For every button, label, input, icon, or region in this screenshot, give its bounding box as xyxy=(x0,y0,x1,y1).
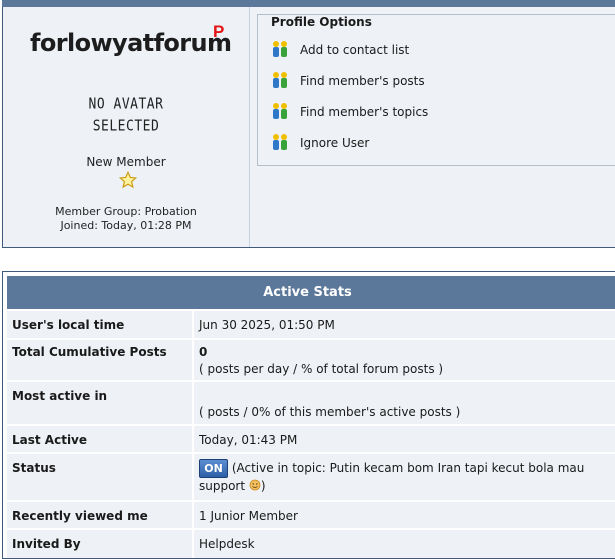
profile-left-panel: forlowyatforum P NO AVATAR SELECTED New … xyxy=(3,7,250,247)
member-group: Member Group: Probation xyxy=(55,205,197,218)
most-active-sub: ( posts / 0% of this member's active pos… xyxy=(199,405,461,419)
members-icon xyxy=(273,72,287,88)
ignore-user-link[interactable]: Ignore User xyxy=(270,132,369,154)
option-label: Find member's topics xyxy=(300,105,429,119)
no-avatar-text: NO AVATAR xyxy=(88,95,164,114)
no-avatar-text-2: SELECTED xyxy=(92,117,160,136)
table-row: User's local time Jun 30 2025, 01:50 PM xyxy=(7,311,615,338)
forum-logo: forlowyatforum xyxy=(30,29,232,57)
table-row: Invited By Helpdesk xyxy=(7,530,615,558)
row-label: User's local time xyxy=(12,318,125,332)
active-stats-title: Active Stats xyxy=(7,276,615,309)
last-active-value: Today, 01:43 PM xyxy=(199,433,298,447)
active-stats-table: Active Stats User's local time Jun 30 20… xyxy=(2,271,615,559)
option-label: Ignore User xyxy=(300,136,370,150)
row-value-cell: Today, 01:43 PM xyxy=(192,426,615,452)
row-value-cell: Jun 30 2025, 01:50 PM xyxy=(192,311,615,338)
status-value: ON (Active in topic: Putin kecam bom Ira… xyxy=(199,459,611,495)
table-row: Total Cumulative Posts 0 ( posts per day… xyxy=(7,340,615,380)
smiley-icon xyxy=(249,479,261,491)
members-icon xyxy=(273,103,287,119)
row-label: Invited By xyxy=(12,537,81,551)
row-value-cell: 0 ( posts per day / % of total forum pos… xyxy=(192,340,615,380)
status-closing-paren: ) xyxy=(260,479,266,493)
member-title: New Member xyxy=(86,155,166,169)
row-label: Status xyxy=(12,461,56,475)
option-label: Find member's posts xyxy=(300,74,425,88)
row-value-cell: ( posts / 0% of this member's active pos… xyxy=(192,382,615,424)
row-label: Last Active xyxy=(12,433,88,447)
row-label: Total Cumulative Posts xyxy=(12,345,167,359)
online-status-badge: ON xyxy=(199,459,228,478)
recently-viewed-value[interactable]: 1 Junior Member xyxy=(199,509,298,523)
table-row: Status ON (Active in topic: Putin kecam … xyxy=(7,454,615,500)
profile-topbar xyxy=(2,0,615,7)
find-member-posts-link[interactable]: Find member's posts xyxy=(270,70,425,92)
members-icon xyxy=(273,41,287,57)
profile-options-legend: Profile Options xyxy=(268,15,375,29)
logo-badge: P xyxy=(213,22,225,41)
add-to-contact-list-link[interactable]: Add to contact list xyxy=(270,39,409,61)
members-icon xyxy=(273,134,287,150)
table-row: Recently viewed me 1 Junior Member xyxy=(7,502,615,528)
row-value-cell: 1 Junior Member xyxy=(192,502,615,528)
option-label: Add to contact list xyxy=(300,43,410,57)
joined-date: Joined: Today, 01:28 PM xyxy=(60,219,192,232)
row-label: Recently viewed me xyxy=(12,509,148,523)
row-value-cell: Helpdesk xyxy=(192,530,615,558)
invited-by-value[interactable]: Helpdesk xyxy=(199,537,255,551)
table-row: Most active in ( posts / 0% of this memb… xyxy=(7,382,615,424)
profile-box: forlowyatforum P NO AVATAR SELECTED New … xyxy=(2,0,615,248)
local-time-value: Jun 30 2025, 01:50 PM xyxy=(199,318,335,332)
row-value-cell: ON (Active in topic: Putin kecam bom Ira… xyxy=(192,454,615,500)
star-icon xyxy=(119,171,137,189)
row-label: Most active in xyxy=(12,389,108,403)
table-row: Last Active Today, 01:43 PM xyxy=(7,426,615,452)
total-posts-sub: ( posts per day / % of total forum posts… xyxy=(199,362,444,376)
find-member-topics-link[interactable]: Find member's topics xyxy=(270,101,428,123)
profile-options: Profile Options Add to contact list Find… xyxy=(257,14,615,166)
total-posts-value: 0 xyxy=(199,345,208,359)
